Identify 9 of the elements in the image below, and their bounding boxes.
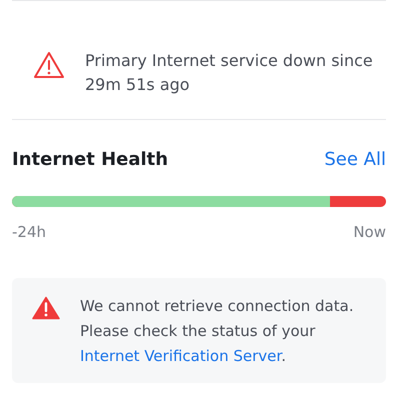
section-title: Internet Health <box>12 149 168 170</box>
end-label: Now <box>353 223 386 241</box>
see-all-link[interactable]: See All <box>324 149 386 170</box>
outage-message: Primary Internet service down since 29m 51s ago <box>85 50 374 96</box>
warning-icon <box>33 51 65 79</box>
verification-server-link[interactable]: Internet Verification Server <box>80 347 282 365</box>
start-label: -24h <box>12 223 46 241</box>
warning-icon <box>32 296 60 320</box>
notice-text: We cannot retrieve connection data. Please check the status of your Internet Verification Server. <box>80 296 355 367</box>
